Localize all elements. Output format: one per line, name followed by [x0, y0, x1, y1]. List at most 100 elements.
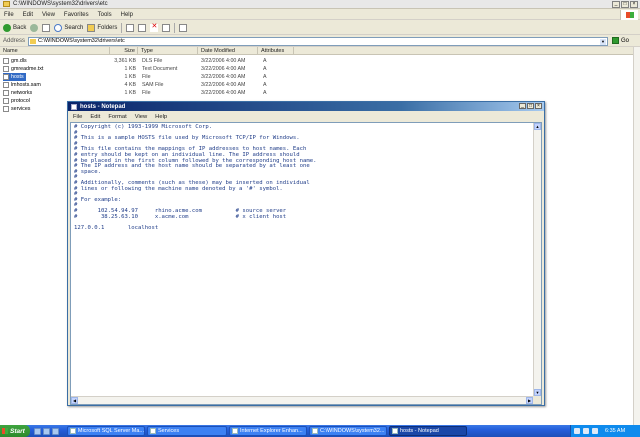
file-row-selected[interactable]: hosts 1 KB File 3/22/2006 4:00 AM A	[0, 73, 300, 81]
windows-explorer-icon[interactable]	[52, 427, 59, 435]
maximize-button[interactable]: □	[621, 1, 629, 8]
scroll-down-icon[interactable]: ▼	[534, 389, 541, 396]
explorer-menu-bar: File Edit View Favorites Tools Help	[0, 10, 640, 20]
address-label: Address	[3, 38, 26, 44]
resize-grip[interactable]	[533, 396, 541, 404]
task-windows-explorer[interactable]: C:\WINDOWS\system32...	[309, 426, 387, 436]
internet-explorer-icon[interactable]	[43, 427, 50, 435]
back-button[interactable]: Back	[3, 23, 26, 32]
file-row[interactable]: lmhosts.sam 4 KB SAM File 3/22/2006 4:00…	[0, 81, 300, 89]
undo-icon[interactable]	[162, 23, 171, 32]
menu-file[interactable]: File	[4, 12, 14, 18]
file-row[interactable]: gm.dls 3,361 KB DLS File 3/22/2006 4:00 …	[0, 57, 300, 65]
file-name: networks	[11, 90, 33, 96]
notepad-maximize-button[interactable]: □	[527, 103, 534, 109]
windows-logo-icon	[620, 10, 638, 20]
sql-server-icon	[70, 428, 76, 434]
notepad-vertical-scrollbar[interactable]: ▲ ▼	[533, 123, 541, 396]
notepad-menu-help[interactable]: Help	[155, 114, 167, 120]
address-value: C:\WINDOWS\system32\drivers\etc	[38, 38, 125, 44]
notepad-menu-view[interactable]: View	[135, 114, 147, 120]
search-icon	[54, 23, 63, 32]
network-icon[interactable]	[574, 428, 580, 434]
file-type: Text Document	[142, 66, 178, 72]
explorer-toolbar: Back Search Folders ✕	[0, 21, 640, 35]
file-attributes: A	[263, 66, 267, 72]
file-icon	[3, 98, 9, 104]
folders-button[interactable]: Folders	[87, 23, 117, 32]
menu-tools[interactable]: Tools	[98, 12, 112, 18]
copy-to-icon[interactable]	[138, 23, 147, 32]
quick-launch	[34, 427, 59, 435]
delete-icon[interactable]: ✕	[150, 23, 159, 32]
column-name[interactable]: Name	[0, 47, 110, 55]
menu-edit[interactable]: Edit	[23, 12, 33, 18]
views-icon[interactable]	[179, 23, 188, 32]
column-attributes[interactable]: Attributes	[258, 47, 294, 55]
notepad-close-button[interactable]: ×	[535, 103, 542, 109]
notepad-minimize-button[interactable]: _	[519, 103, 526, 109]
file-row[interactable]: networks 1 KB File 3/22/2006 4:00 AM A	[0, 89, 300, 97]
scroll-right-icon[interactable]: ▶	[526, 397, 533, 404]
search-button[interactable]: Search	[54, 23, 83, 32]
notepad-menu-format[interactable]: Format	[108, 114, 126, 120]
clock[interactable]: 6:35 AM	[605, 428, 625, 434]
file-attributes: A	[263, 82, 267, 88]
start-button[interactable]: Start	[0, 425, 30, 437]
file-row[interactable]: gmreadme.txt 1 KB Text Document 3/22/200…	[0, 65, 300, 73]
file-type: SAM File	[142, 82, 164, 88]
taskbar: Start Microsoft SQL Server Ma... Service…	[0, 425, 640, 437]
volume-icon[interactable]	[583, 428, 589, 434]
file-icon	[3, 58, 9, 64]
menu-view[interactable]: View	[42, 12, 55, 18]
file-size: 1 KB	[124, 66, 136, 72]
column-type[interactable]: Type	[138, 47, 198, 55]
menu-help[interactable]: Help	[121, 12, 133, 18]
scroll-up-icon[interactable]: ▲	[534, 123, 541, 130]
file-size: 4 KB	[124, 82, 136, 88]
menu-favorites[interactable]: Favorites	[64, 12, 89, 18]
file-name: services	[11, 106, 31, 112]
task-internet-explorer[interactable]: Internet Explorer Enhan...	[229, 426, 307, 436]
forward-button[interactable]	[30, 23, 39, 32]
file-name: gmreadme.txt	[11, 66, 44, 72]
task-sql-server[interactable]: Microsoft SQL Server Ma...	[67, 426, 145, 436]
file-icon	[3, 82, 9, 88]
notepad-menu-file[interactable]: File	[73, 114, 82, 120]
folder-icon	[3, 1, 10, 7]
notepad-icon	[71, 103, 77, 110]
file-size: 3,361 KB	[114, 58, 136, 64]
task-notepad[interactable]: hosts - Notepad	[389, 426, 467, 436]
notepad-menu-bar: File Edit Format View Help	[68, 112, 544, 121]
file-attributes: A	[263, 74, 267, 80]
file-attributes: A	[263, 58, 267, 64]
explorer-scrollbar[interactable]	[633, 47, 640, 425]
up-folder-icon[interactable]	[42, 23, 51, 32]
show-desktop-icon[interactable]	[34, 427, 41, 435]
notepad-title-bar[interactable]: hosts - Notepad _ □ ×	[68, 102, 544, 111]
task-services[interactable]: Services	[147, 426, 227, 436]
notepad-text-area[interactable]: # Copyright (c) 1993-1999 Microsoft Corp…	[70, 122, 542, 405]
explorer-title-bar[interactable]: C:\WINDOWS\system32\drivers\etc _ □ ×	[0, 0, 640, 9]
file-name: hosts	[11, 74, 24, 80]
notepad-menu-edit[interactable]: Edit	[90, 114, 100, 120]
notepad-horizontal-scrollbar[interactable]: ◀ ▶	[71, 396, 533, 404]
toolbar-separator	[121, 22, 123, 33]
text-file-icon	[3, 66, 9, 72]
security-icon[interactable]	[592, 428, 598, 434]
file-size: 1 KB	[124, 90, 136, 96]
notepad-icon	[392, 428, 398, 434]
close-button[interactable]: ×	[630, 1, 638, 8]
address-bar: Address C:\WINDOWS\system32\drivers\etc …	[0, 36, 640, 47]
column-size[interactable]: Size	[110, 47, 138, 55]
file-date: 3/22/2006 4:00 AM	[201, 74, 246, 80]
file-icon	[3, 90, 9, 96]
address-dropdown-icon[interactable]: ▼	[600, 39, 606, 45]
scroll-left-icon[interactable]: ◀	[71, 397, 78, 404]
move-to-icon[interactable]	[126, 23, 135, 32]
address-input[interactable]: C:\WINDOWS\system32\drivers\etc ▼	[28, 37, 608, 46]
minimize-button[interactable]: _	[612, 1, 620, 8]
column-date-modified[interactable]: Date Modified	[198, 47, 258, 55]
folders-icon	[87, 23, 96, 32]
go-button[interactable]: Go	[612, 37, 629, 44]
